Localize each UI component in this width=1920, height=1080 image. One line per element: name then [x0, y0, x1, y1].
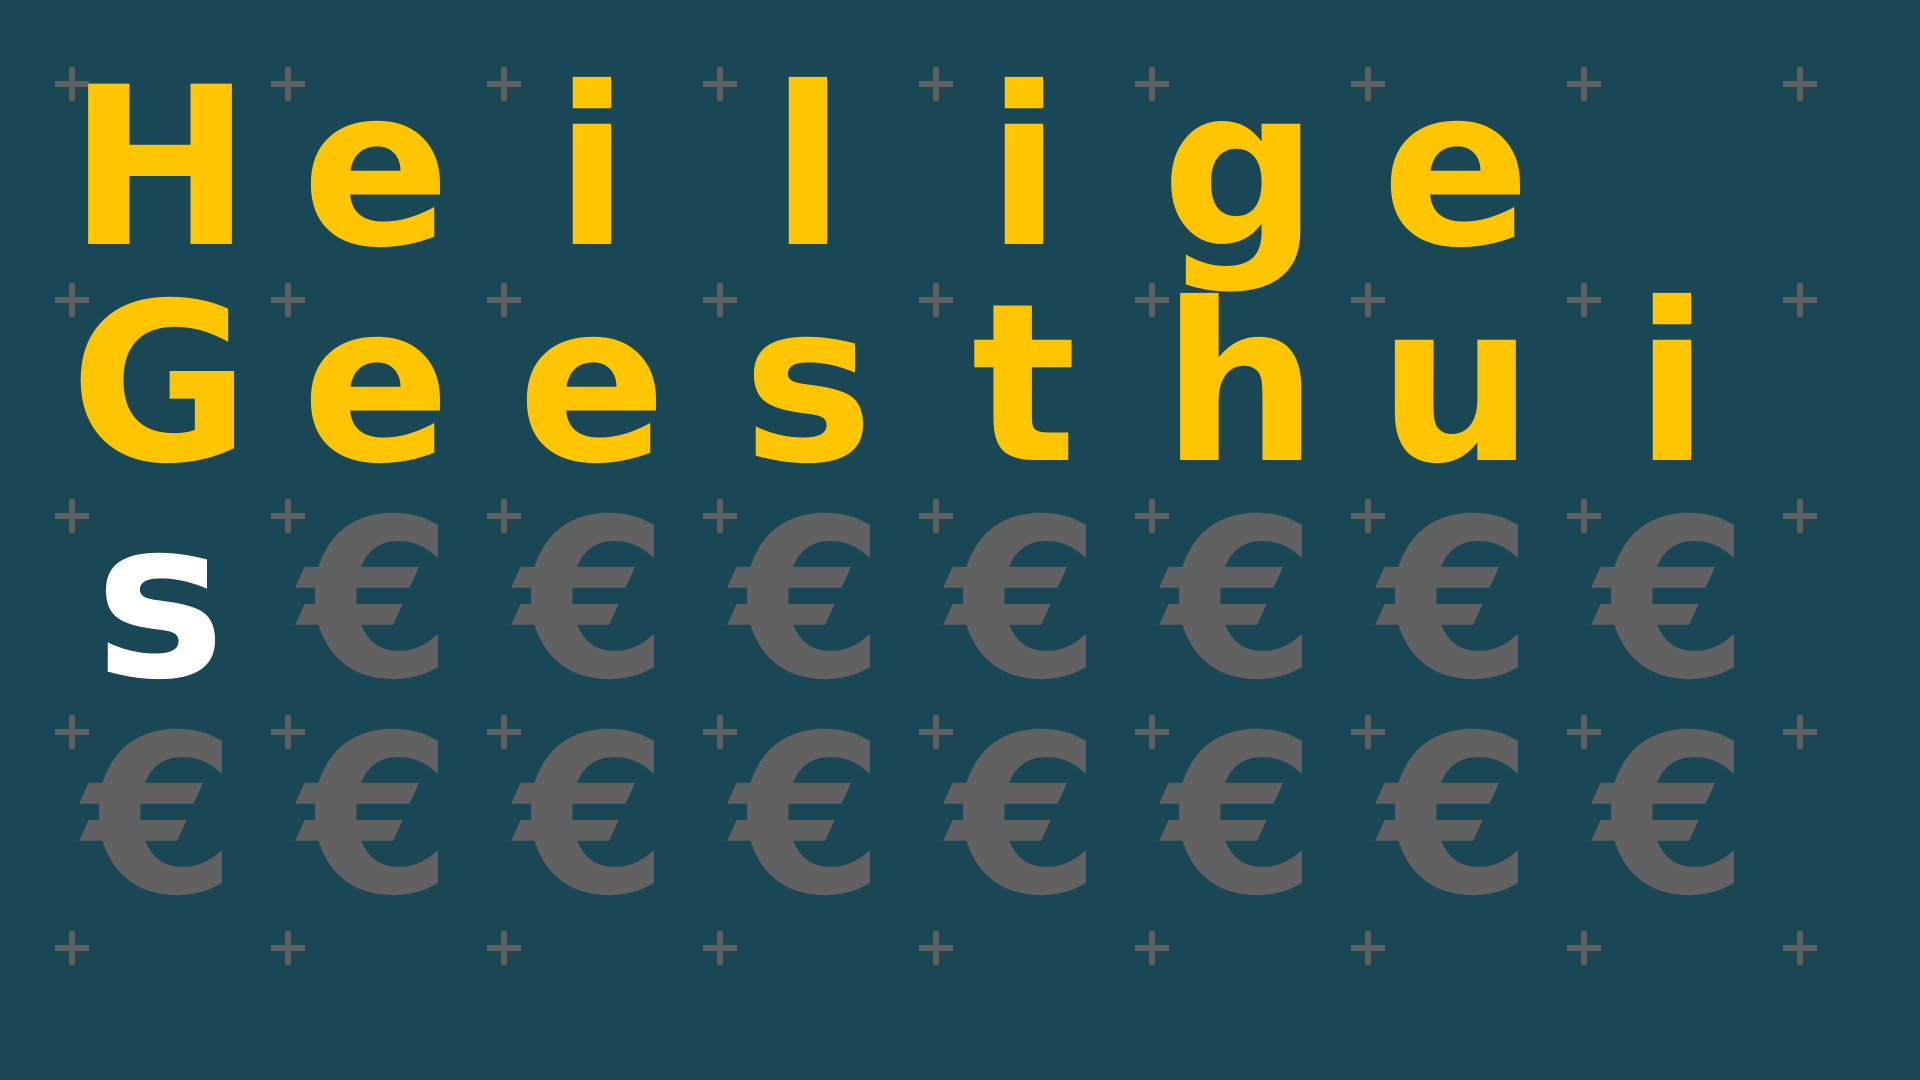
plus-icon [1567, 67, 1601, 101]
euro-glyph: € [1595, 472, 1749, 728]
title-letter: i [554, 40, 630, 296]
euro-glyph: € [83, 688, 237, 944]
highlight-letter: s [94, 472, 226, 728]
title-letter: i [986, 40, 1062, 296]
title-letter: e [301, 40, 451, 296]
euro-glyph: € [947, 472, 1101, 728]
euro-glyph: € [1163, 472, 1317, 728]
title-letter: g [1161, 40, 1319, 296]
title-letter: s [742, 256, 874, 512]
title-letter: l [770, 40, 846, 296]
euro-glyph: € [1163, 688, 1317, 944]
euro-glyph: € [947, 688, 1101, 944]
euro-glyph: € [731, 472, 885, 728]
title-letter: e [1381, 40, 1531, 296]
euro-glyph: € [299, 688, 453, 944]
plus-icon [1783, 283, 1817, 317]
title-letter: e [517, 256, 667, 512]
euro-glyph: € [515, 688, 669, 944]
title-letter: H [67, 40, 253, 296]
title-letter: h [1161, 256, 1319, 512]
euro-glyph: € [731, 688, 885, 944]
euro-glyph: € [515, 472, 669, 728]
title-letter: t [971, 256, 1077, 512]
euro-glyph: € [299, 472, 453, 728]
title-letter: e [301, 256, 451, 512]
title-letter: u [1377, 256, 1535, 512]
plus-icon [1783, 715, 1817, 749]
euro-glyph: € [1595, 688, 1749, 944]
letter-grid-canvas: He i l i g e Ge e s t h u i s € € € € € € € € € € € € € € € [0, 0, 1920, 1080]
plus-icon [1783, 67, 1817, 101]
euro-glyph: € [1379, 472, 1533, 728]
plus-icon [1783, 499, 1817, 533]
title-letter: i [1634, 256, 1710, 512]
title-letter: G [69, 256, 251, 512]
euro-glyph: € [1379, 688, 1533, 944]
plus-icon [1783, 931, 1817, 965]
